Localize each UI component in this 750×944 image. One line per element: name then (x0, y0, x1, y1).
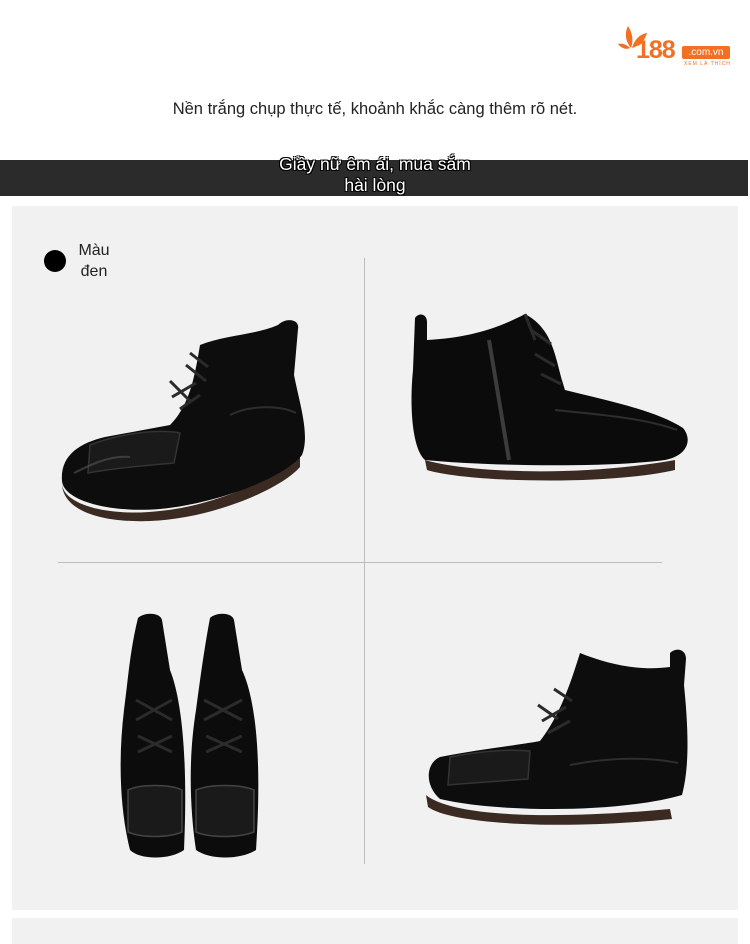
grid-divider-vertical (364, 258, 365, 864)
color-label-line-1: Màu (78, 242, 110, 259)
next-panel-edge (12, 918, 738, 944)
banner-title: Giầy nữ êm ái, mua sắm hài lòng (175, 154, 575, 196)
shoe-photo-front-pair[interactable] (110, 610, 270, 860)
brand-logo[interactable]: 188 .com.vn XEM LÀ THÍCH (618, 22, 736, 70)
grid-divider-horizontal (58, 562, 662, 563)
logo-domain: .com.vn (682, 46, 730, 59)
color-label-line-2: đen (80, 263, 108, 280)
intro-text: Nền trắng chụp thực tế, khoảnh khắc càng… (172, 100, 578, 118)
shoe-photo-front-three-quarter[interactable] (50, 305, 320, 530)
logo-tagline: XEM LÀ THÍCH (684, 61, 731, 67)
shoe-photo-outer-side[interactable] (420, 645, 695, 830)
banner-title-line-1: Giầy nữ êm ái, mua sắm (279, 154, 471, 174)
color-label: Màu đen (68, 240, 120, 282)
shoe-photo-side-zipper[interactable] (405, 310, 695, 485)
color-swatch-black[interactable] (44, 250, 66, 272)
banner-title-line-2: hài lòng (344, 175, 406, 195)
logo-number: 188 (636, 36, 676, 64)
